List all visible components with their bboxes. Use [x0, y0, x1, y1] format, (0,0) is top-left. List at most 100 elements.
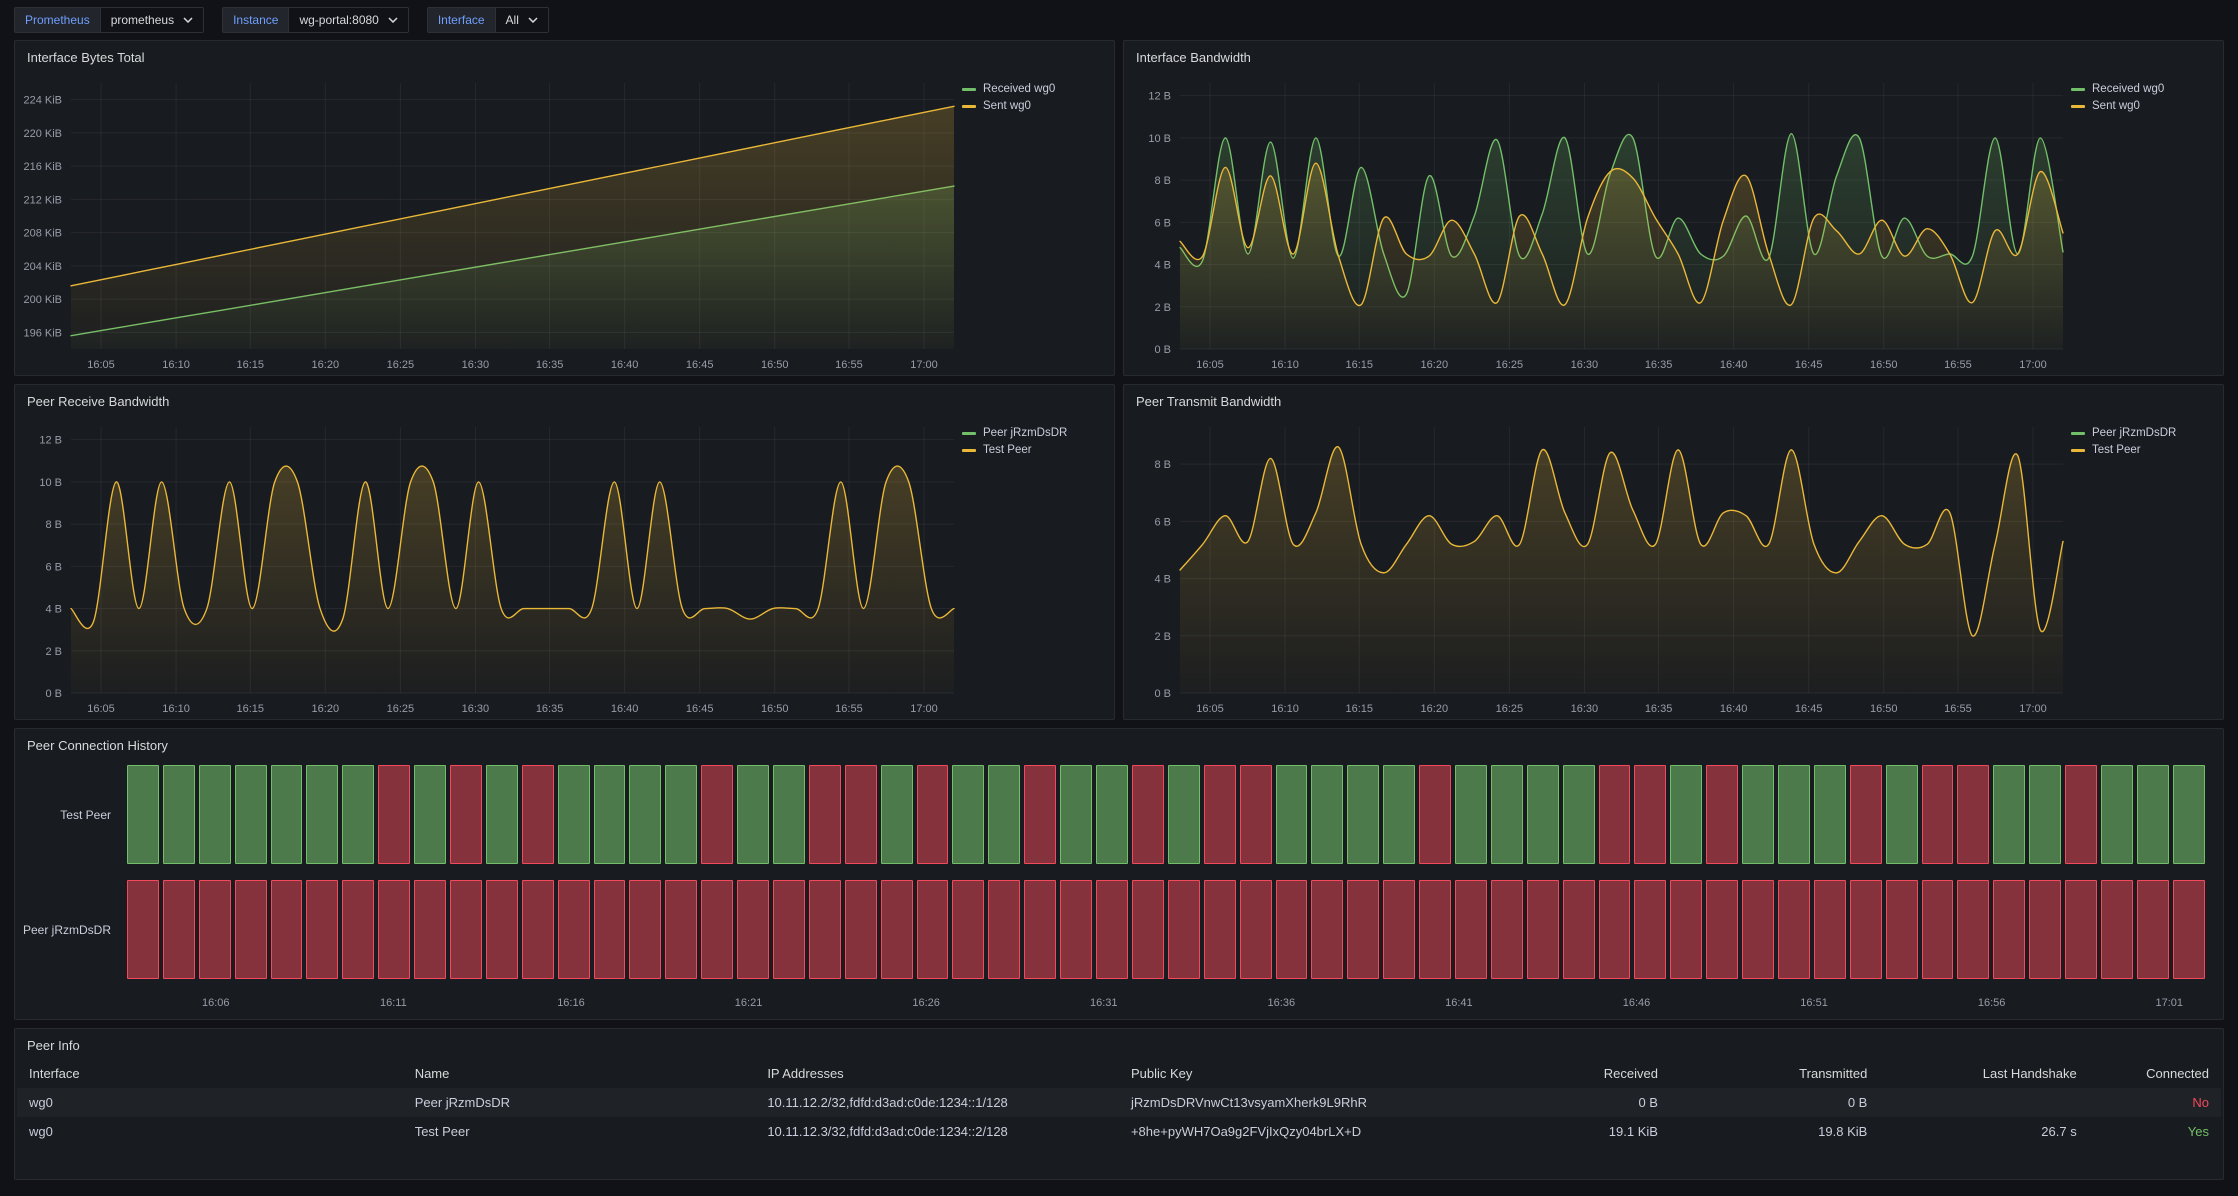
- status-bar[interactable]: [1778, 880, 1810, 979]
- status-bar[interactable]: [2137, 765, 2169, 864]
- legend-item[interactable]: Peer jRzmDsDR: [2071, 427, 2213, 439]
- status-bar[interactable]: [2173, 765, 2205, 864]
- status-bar[interactable]: [1276, 880, 1308, 979]
- status-bar[interactable]: [1383, 880, 1415, 979]
- status-bar[interactable]: [629, 765, 661, 864]
- status-bar[interactable]: [1957, 765, 1989, 864]
- status-bar[interactable]: [594, 880, 626, 979]
- status-bar[interactable]: [665, 765, 697, 864]
- status-bar[interactable]: [2173, 880, 2205, 979]
- status-bar[interactable]: [2065, 765, 2097, 864]
- column-header[interactable]: IP Addresses: [755, 1059, 1119, 1088]
- status-bar[interactable]: [952, 880, 984, 979]
- legend-item[interactable]: Peer jRzmDsDR: [962, 427, 1104, 439]
- status-bar[interactable]: [558, 880, 590, 979]
- status-bar[interactable]: [1024, 880, 1056, 979]
- status-bar[interactable]: [1168, 765, 1200, 864]
- legend-item[interactable]: Sent wg0: [2071, 100, 2213, 112]
- status-bar[interactable]: [1742, 765, 1774, 864]
- status-bar[interactable]: [1814, 880, 1846, 979]
- status-bar[interactable]: [2137, 880, 2169, 979]
- status-bar[interactable]: [1060, 765, 1092, 864]
- status-bar[interactable]: [629, 880, 661, 979]
- status-bar[interactable]: [2065, 880, 2097, 979]
- status-bar[interactable]: [737, 880, 769, 979]
- status-bar[interactable]: [2029, 765, 2061, 864]
- status-bar[interactable]: [1132, 765, 1164, 864]
- time-series-chart[interactable]: 196 KiB200 KiB204 KiB208 KiB212 KiB216 K…: [15, 69, 962, 375]
- status-bar[interactable]: [917, 880, 949, 979]
- status-bar[interactable]: [1311, 880, 1343, 979]
- column-header[interactable]: Transmitted: [1670, 1059, 1879, 1088]
- status-bar[interactable]: [163, 765, 195, 864]
- status-bar[interactable]: [1527, 765, 1559, 864]
- table-row[interactable]: wg0Test Peer10.11.12.3/32,fdfd:d3ad:c0de…: [17, 1117, 2221, 1146]
- status-bar[interactable]: [594, 765, 626, 864]
- status-bar[interactable]: [199, 765, 231, 864]
- status-bar[interactable]: [1634, 880, 1666, 979]
- status-bar[interactable]: [1957, 880, 1989, 979]
- status-bar[interactable]: [1886, 880, 1918, 979]
- status-bar[interactable]: [1886, 765, 1918, 864]
- status-bar[interactable]: [1240, 880, 1272, 979]
- panel-title[interactable]: Interface Bandwidth: [1124, 41, 2223, 69]
- time-series-chart[interactable]: 0 B2 B4 B6 B8 B16:0516:1016:1516:2016:25…: [1124, 413, 2071, 719]
- status-bar[interactable]: [1311, 765, 1343, 864]
- status-bar[interactable]: [809, 765, 841, 864]
- panel-title[interactable]: Interface Bytes Total: [15, 41, 1114, 69]
- status-bar[interactable]: [1670, 880, 1702, 979]
- column-header[interactable]: Last Handshake: [1879, 1059, 2088, 1088]
- legend-item[interactable]: Test Peer: [962, 444, 1104, 456]
- status-bar[interactable]: [1922, 880, 1954, 979]
- status-bar[interactable]: [127, 880, 159, 979]
- status-bar[interactable]: [701, 880, 733, 979]
- status-bar[interactable]: [2029, 880, 2061, 979]
- status-bar[interactable]: [773, 765, 805, 864]
- time-series-chart[interactable]: 0 B2 B4 B6 B8 B10 B12 B16:0516:1016:1516…: [15, 413, 962, 719]
- status-bar[interactable]: [917, 765, 949, 864]
- time-series-chart[interactable]: 0 B2 B4 B6 B8 B10 B12 B16:0516:1016:1516…: [1124, 69, 2071, 375]
- panel-title[interactable]: Peer Info: [15, 1029, 2223, 1057]
- status-bar[interactable]: [1706, 765, 1738, 864]
- status-bar[interactable]: [558, 765, 590, 864]
- status-bar[interactable]: [845, 765, 877, 864]
- status-bar[interactable]: [486, 880, 518, 979]
- column-header[interactable]: Public Key: [1119, 1059, 1483, 1088]
- status-bar[interactable]: [1563, 765, 1595, 864]
- status-bar[interactable]: [306, 765, 338, 864]
- status-bar[interactable]: [1455, 765, 1487, 864]
- status-bar[interactable]: [1347, 765, 1379, 864]
- status-bar[interactable]: [450, 880, 482, 979]
- status-bar[interactable]: [881, 880, 913, 979]
- status-bar[interactable]: [414, 765, 446, 864]
- status-bar[interactable]: [1563, 880, 1595, 979]
- status-bar[interactable]: [1993, 765, 2025, 864]
- status-bar[interactable]: [665, 880, 697, 979]
- status-bar[interactable]: [1419, 765, 1451, 864]
- status-bar[interactable]: [1096, 880, 1128, 979]
- status-bar[interactable]: [1993, 880, 2025, 979]
- status-bar[interactable]: [271, 765, 303, 864]
- status-bar[interactable]: [1706, 880, 1738, 979]
- status-bar[interactable]: [1850, 880, 1882, 979]
- panel-title[interactable]: Peer Receive Bandwidth: [15, 385, 1114, 413]
- column-header[interactable]: Connected: [2089, 1059, 2221, 1088]
- status-bar[interactable]: [1670, 765, 1702, 864]
- status-bar[interactable]: [2101, 880, 2133, 979]
- status-bar[interactable]: [235, 765, 267, 864]
- status-bar[interactable]: [881, 765, 913, 864]
- status-bar[interactable]: [809, 880, 841, 979]
- status-bar[interactable]: [1599, 765, 1631, 864]
- legend-item[interactable]: Received wg0: [962, 83, 1104, 95]
- status-bar[interactable]: [952, 765, 984, 864]
- status-bar[interactable]: [1060, 880, 1092, 979]
- status-bar[interactable]: [522, 765, 554, 864]
- interface-dropdown[interactable]: All: [495, 7, 549, 33]
- status-bar[interactable]: [1204, 765, 1236, 864]
- status-bar[interactable]: [1419, 880, 1451, 979]
- column-header[interactable]: Interface: [17, 1059, 403, 1088]
- status-bar[interactable]: [773, 880, 805, 979]
- status-bar[interactable]: [199, 880, 231, 979]
- panel-title[interactable]: Peer Connection History: [15, 729, 2223, 757]
- status-bar[interactable]: [486, 765, 518, 864]
